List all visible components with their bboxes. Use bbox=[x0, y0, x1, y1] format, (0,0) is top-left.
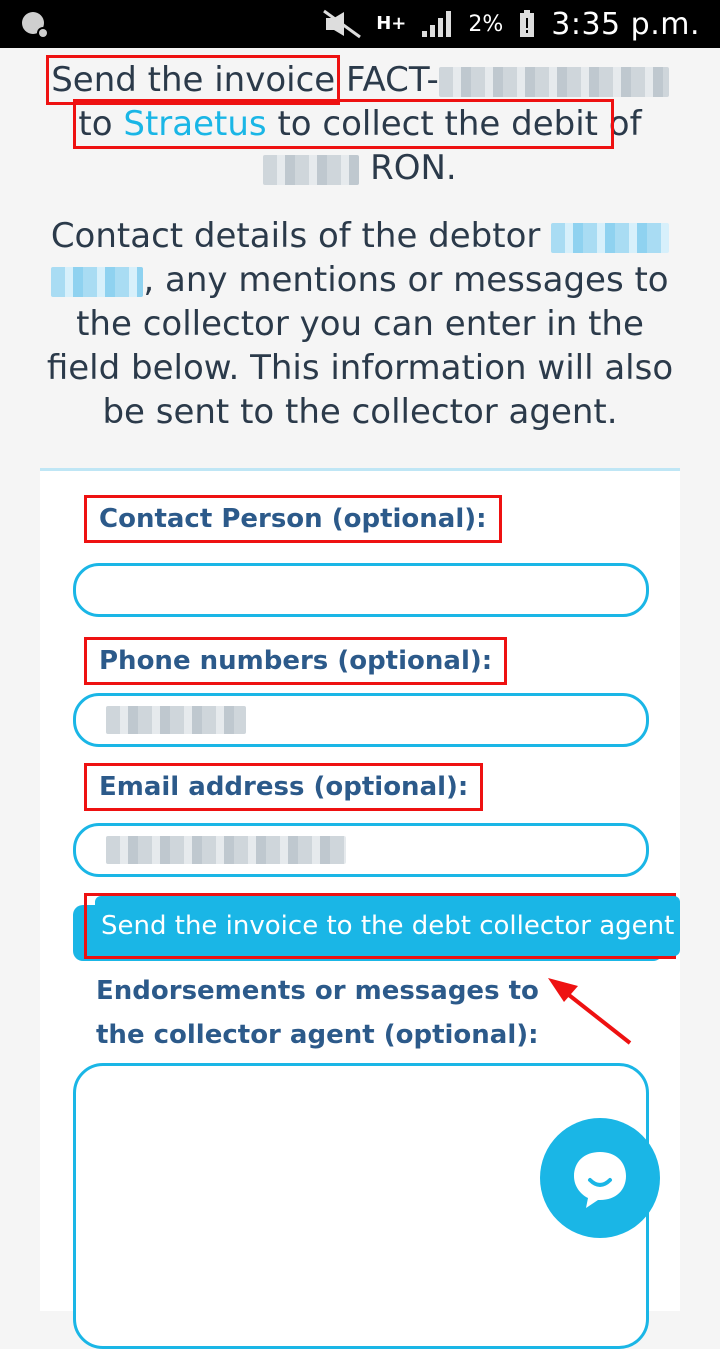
intro-invoice-prefix: FACT- bbox=[346, 60, 439, 100]
signal-icon bbox=[422, 11, 452, 37]
network-type: H+ bbox=[376, 13, 407, 34]
status-bar: H+ 2% 3:35 p.m. bbox=[0, 0, 720, 48]
phone-label: Phone numbers (optional): bbox=[84, 637, 508, 685]
annotation-arrow-icon bbox=[548, 978, 632, 1045]
page: Send the invoice FACT- to Straetus to co… bbox=[0, 48, 720, 1349]
intro-send-highlight: Send the invoice bbox=[46, 55, 341, 105]
intro-to: to bbox=[78, 104, 113, 144]
chat-button[interactable] bbox=[540, 1118, 660, 1238]
send-invoice-button-text: Send the invoice to the debt collector a… bbox=[95, 896, 681, 956]
amount-redacted bbox=[263, 154, 360, 185]
phone-input[interactable] bbox=[73, 693, 649, 747]
battery-percent: 2% bbox=[468, 11, 504, 37]
chat-bubble-icon bbox=[574, 1152, 626, 1208]
battery-icon bbox=[520, 10, 535, 37]
clock: 3:35 p.m. bbox=[551, 6, 700, 42]
email-label: Email address (optional): bbox=[84, 763, 484, 811]
email-input[interactable] bbox=[73, 823, 649, 877]
debtor-name-redacted bbox=[551, 222, 670, 253]
collector-link[interactable]: Straetus bbox=[123, 104, 266, 144]
phone-value-redacted bbox=[106, 706, 246, 734]
contact-person-label: Contact Person (optional): bbox=[84, 495, 502, 543]
invoice-number-redacted bbox=[438, 66, 669, 97]
mute-icon bbox=[323, 9, 362, 39]
contact-paragraph: Contact details of the debtor , any ment… bbox=[40, 214, 680, 434]
debtor-name-redacted-2 bbox=[51, 266, 144, 297]
intro-collect-text: to collect the debit bbox=[277, 104, 598, 144]
intro-collect-highlight: to Straetus to collect the debit bbox=[73, 99, 614, 149]
intro-of: of bbox=[608, 104, 642, 144]
status-right: H+ 2% 3:35 p.m. bbox=[322, 0, 700, 48]
contact-person-input[interactable] bbox=[73, 563, 649, 617]
send-invoice-button-label[interactable]: Send the invoice to the debt collector a… bbox=[84, 893, 681, 959]
currency: RON. bbox=[370, 148, 457, 188]
intro-text: Send the invoice FACT- to Straetus to co… bbox=[40, 55, 680, 190]
notification-icon bbox=[22, 12, 49, 39]
contact-paragraph-prefix: Contact details of the debtor bbox=[50, 216, 541, 256]
email-value-redacted bbox=[106, 836, 346, 864]
